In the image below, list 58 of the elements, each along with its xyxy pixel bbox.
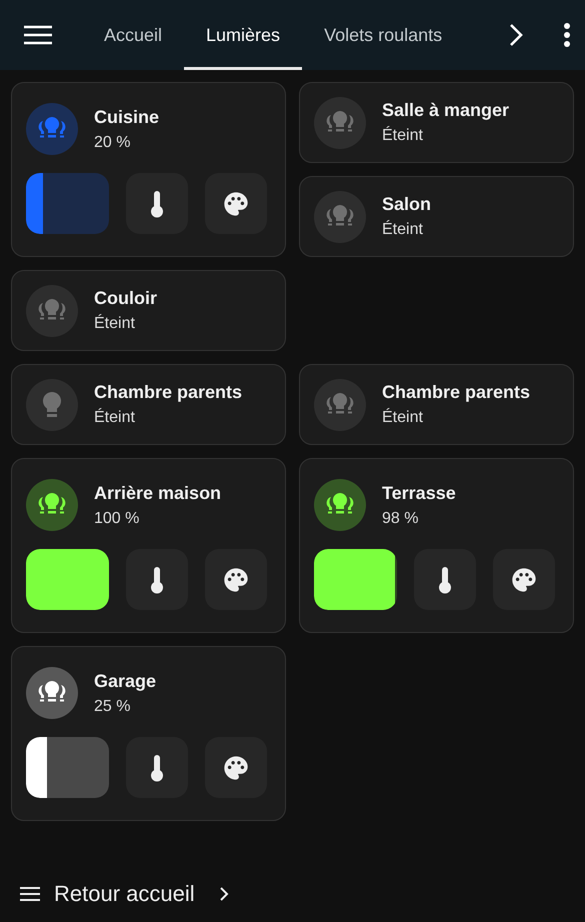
light-status: 100 % xyxy=(94,510,140,528)
color-button[interactable] xyxy=(205,173,267,234)
chevron-right-icon xyxy=(509,23,523,47)
color-temperature-button[interactable] xyxy=(126,549,188,610)
scroll-right-button[interactable] xyxy=(509,23,523,47)
tab[interactable]: Accueil xyxy=(82,0,184,70)
color-button[interactable] xyxy=(493,549,555,610)
thermometer-icon xyxy=(150,754,164,782)
light-name: Salon xyxy=(382,194,432,215)
more-icon xyxy=(563,23,571,47)
light-name: Cuisine xyxy=(94,106,160,128)
light-name: Terrasse xyxy=(382,482,456,504)
light-status: 98 % xyxy=(382,510,420,528)
light-card[interactable]: Arrière maison 100 % xyxy=(11,458,286,633)
color-temperature-button[interactable] xyxy=(126,173,188,234)
light-name: Chambre parents xyxy=(382,382,530,403)
light-status: Éteint xyxy=(382,409,424,427)
palette-icon xyxy=(510,566,538,594)
thermometer-icon xyxy=(438,566,452,594)
light-name: Arrière maison xyxy=(94,482,222,504)
menu-icon xyxy=(20,887,40,901)
tab[interactable]: Volets roulants xyxy=(302,0,464,70)
brightness-slider[interactable] xyxy=(26,737,109,798)
light-status: 25 % xyxy=(94,698,132,716)
palette-icon xyxy=(222,190,250,218)
thermometer-icon xyxy=(150,566,164,594)
light-card[interactable]: Chambre parents Éteint xyxy=(299,364,574,445)
thermometer-icon xyxy=(150,190,164,218)
light-card[interactable]: Terrasse 98 % xyxy=(299,458,574,633)
back-home-link[interactable]: Retour accueil xyxy=(0,866,585,922)
light-card[interactable]: Chambre parents Éteint xyxy=(11,364,286,445)
light-name: Garage xyxy=(94,670,156,692)
lightbulb-icon xyxy=(41,390,63,418)
light-card[interactable]: Couloir Éteint xyxy=(11,270,286,351)
color-button[interactable] xyxy=(205,549,267,610)
light-status: Éteint xyxy=(94,409,136,427)
light-status: Éteint xyxy=(382,127,424,145)
light-name: Salle à manger xyxy=(382,100,510,121)
light-name: Couloir xyxy=(94,288,157,309)
brightness-slider[interactable] xyxy=(26,173,109,234)
chevron-right-icon xyxy=(218,886,229,902)
light-card[interactable]: Salle à manger Éteint xyxy=(299,82,574,163)
tab[interactable]: Lumières xyxy=(184,0,302,70)
light-status: 20 % xyxy=(94,134,132,152)
light-status: Éteint xyxy=(94,315,136,333)
menu-button[interactable] xyxy=(24,25,52,45)
light-card[interactable]: Garage 25 % xyxy=(11,646,286,821)
light-name: Chambre parents xyxy=(94,382,242,403)
palette-icon xyxy=(222,566,250,594)
light-card[interactable]: Salon Éteint xyxy=(299,176,574,257)
light-card[interactable]: Cuisine 20 % xyxy=(11,82,286,257)
light-status: Éteint xyxy=(382,221,424,239)
color-temperature-button[interactable] xyxy=(414,549,476,610)
palette-icon xyxy=(222,754,250,782)
color-button[interactable] xyxy=(205,737,267,798)
color-temperature-button[interactable] xyxy=(126,737,188,798)
more-button[interactable] xyxy=(563,23,571,47)
menu-icon xyxy=(24,25,52,45)
